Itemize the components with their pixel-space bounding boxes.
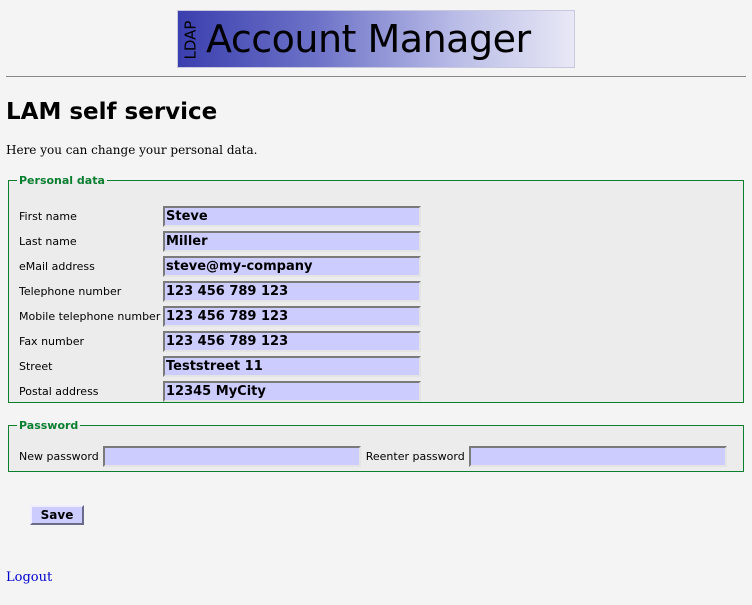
mobile-label: Mobile telephone number	[19, 309, 161, 323]
fax-input[interactable]	[163, 331, 421, 352]
logo-banner: LDAP Account Manager	[177, 10, 575, 68]
logout-link[interactable]: Logout	[6, 570, 52, 585]
email-row: eMail address	[19, 255, 164, 277]
reenter-password-input[interactable]	[468, 446, 727, 467]
mobile-input[interactable]	[163, 306, 421, 327]
last-name-row: Last name	[19, 230, 164, 252]
intro-text: Here you can change your personal data.	[6, 143, 258, 157]
email-input[interactable]	[163, 256, 421, 277]
street-input[interactable]	[163, 356, 421, 377]
telephone-input[interactable]	[163, 281, 421, 302]
first-name-label: First name	[19, 209, 77, 223]
fax-label: Fax number	[19, 334, 84, 348]
reenter-password-label: Reenter password	[365, 450, 465, 463]
app-logo: LDAP Account Manager	[177, 10, 575, 68]
new-password-input[interactable]	[102, 446, 361, 467]
password-fieldset: Password New password Reenter password	[8, 419, 744, 472]
email-label: eMail address	[19, 259, 95, 273]
logo-main-text: Account Manager	[206, 17, 531, 61]
postal-address-row: Postal address	[19, 380, 164, 402]
header-divider	[6, 76, 746, 77]
logo-side-text-wrap: LDAP	[178, 11, 202, 67]
last-name-label: Last name	[19, 234, 77, 248]
personal-data-fieldset: Personal data First name Last name eMail…	[8, 174, 744, 403]
fax-row: Fax number	[19, 330, 164, 352]
first-name-input[interactable]	[163, 206, 421, 227]
password-row: New password Reenter password	[19, 446, 727, 467]
first-name-row: First name	[19, 205, 164, 227]
save-button[interactable]: Save	[30, 505, 84, 525]
page-title: LAM self service	[6, 99, 218, 125]
street-row: Street	[19, 355, 164, 377]
last-name-input[interactable]	[163, 231, 421, 252]
postal-address-label: Postal address	[19, 384, 99, 398]
telephone-row: Telephone number	[19, 280, 164, 302]
logo-side-text: LDAP	[181, 20, 200, 60]
mobile-row: Mobile telephone number	[19, 305, 164, 327]
telephone-label: Telephone number	[19, 284, 122, 298]
password-legend: Password	[19, 419, 79, 432]
personal-data-legend: Personal data	[19, 174, 105, 187]
postal-address-input[interactable]	[163, 381, 421, 402]
street-label: Street	[19, 359, 53, 373]
new-password-label: New password	[19, 450, 99, 463]
